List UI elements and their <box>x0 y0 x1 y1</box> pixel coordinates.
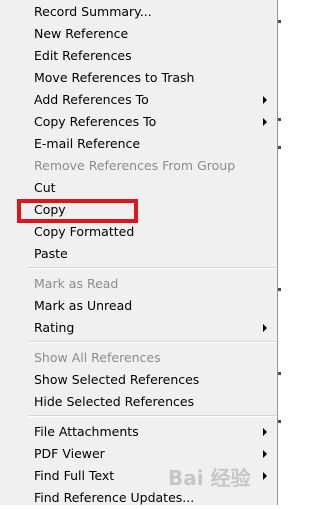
menu-item-add-references-to[interactable]: Add References To <box>0 89 277 111</box>
menu-item-label: File Attachments <box>34 424 139 439</box>
menu-item-label: Add References To <box>34 92 149 107</box>
menu-item-edit-references[interactable]: Edit References <box>0 45 277 67</box>
menu-item-file-attachments[interactable]: File Attachments <box>0 421 277 443</box>
menu-item-label: Find Full Text <box>34 468 115 483</box>
menu-item-record-summary[interactable]: Record Summary... <box>0 1 277 23</box>
menu-item-label: Paste <box>34 246 68 261</box>
submenu-arrow-icon <box>263 472 267 480</box>
menu-item-new-reference[interactable]: New Reference <box>0 23 277 45</box>
submenu-arrow-icon <box>263 450 267 458</box>
menu-item-pdf-viewer[interactable]: PDF Viewer <box>0 443 277 465</box>
menu-item-label: Record Summary... <box>34 4 152 19</box>
background-window-edge <box>278 0 281 505</box>
menu-item-show-selected-references[interactable]: Show Selected References <box>0 369 277 391</box>
menu-separator <box>28 341 277 343</box>
menu-item-label: Show Selected References <box>34 372 200 387</box>
menu-separator <box>28 267 277 269</box>
menu-item-label: New Reference <box>34 26 129 41</box>
submenu-arrow-icon <box>263 118 267 126</box>
menu-item-label: Mark as Read <box>34 276 119 291</box>
menu-item-move-to-trash[interactable]: Move References to Trash <box>0 67 277 89</box>
menu-item-hide-selected-references[interactable]: Hide Selected References <box>0 391 277 413</box>
menu-item-label: Show All References <box>34 350 161 365</box>
background-tick <box>278 118 281 121</box>
highlight-annotation-box <box>17 199 138 223</box>
submenu-arrow-icon <box>263 428 267 436</box>
menu-item-label: Copy References To <box>34 114 157 129</box>
menu-item-label: Remove References From Group <box>34 158 236 173</box>
menu-item-label: Copy Formatted <box>34 224 135 239</box>
menu-item-label: PDF Viewer <box>34 446 105 461</box>
menu-item-label: Cut <box>34 180 56 195</box>
menu-item-label: Mark as Unread <box>34 298 133 313</box>
background-tick <box>278 420 281 423</box>
menu-item-label: Edit References <box>34 48 132 63</box>
background-tick <box>278 288 281 291</box>
menu-item-copy-formatted[interactable]: Copy Formatted <box>0 221 277 243</box>
menu-item-rating[interactable]: Rating <box>0 317 277 339</box>
menu-item-label: E-mail Reference <box>34 136 141 151</box>
context-menu: Record Summary... New Reference Edit Ref… <box>0 0 278 505</box>
menu-item-label: Find Reference Updates... <box>34 490 195 505</box>
menu-item-find-full-text[interactable]: Find Full Text <box>0 465 277 487</box>
menu-item-email-reference[interactable]: E-mail Reference <box>0 133 277 155</box>
menu-separator <box>28 415 277 417</box>
background-tick <box>278 372 281 375</box>
menu-item-remove-from-group: Remove References From Group <box>0 155 277 177</box>
background-tick <box>278 20 281 23</box>
menu-item-cut[interactable]: Cut <box>0 177 277 199</box>
submenu-arrow-icon <box>263 324 267 332</box>
background-tick <box>278 146 281 149</box>
menu-item-label: Rating <box>34 320 75 335</box>
menu-item-mark-as-read: Mark as Read <box>0 273 277 295</box>
menu-item-show-all-references: Show All References <box>0 347 277 369</box>
menu-item-find-reference-updates[interactable]: Find Reference Updates... <box>0 487 277 509</box>
menu-item-label: Move References to Trash <box>34 70 195 85</box>
submenu-arrow-icon <box>263 96 267 104</box>
menu-item-label: Hide Selected References <box>34 394 195 409</box>
menu-item-mark-as-unread[interactable]: Mark as Unread <box>0 295 277 317</box>
menu-item-copy-references-to[interactable]: Copy References To <box>0 111 277 133</box>
menu-item-paste[interactable]: Paste <box>0 243 277 265</box>
